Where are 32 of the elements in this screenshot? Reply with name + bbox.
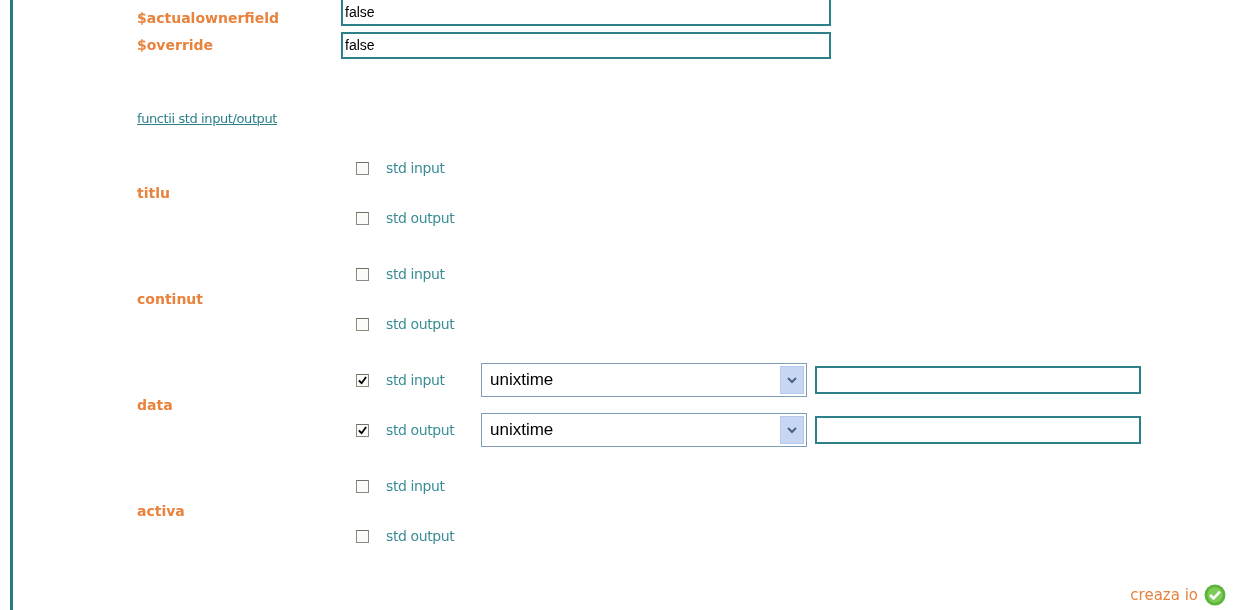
field-label: $override xyxy=(137,37,215,53)
option-label: std input xyxy=(386,372,446,388)
checkbox[interactable] xyxy=(356,211,369,225)
checkbox[interactable] xyxy=(356,479,369,493)
checkbox[interactable] xyxy=(356,161,369,175)
checkbox[interactable] xyxy=(356,423,369,437)
checkbox[interactable] xyxy=(356,267,369,281)
section-link[interactable]: functii std input/output xyxy=(137,111,277,126)
chevron-down-icon xyxy=(780,366,804,394)
option-label: std input xyxy=(386,266,446,282)
checkbox[interactable] xyxy=(356,317,369,331)
chevron-down-icon xyxy=(780,416,804,444)
group-label: continut xyxy=(137,291,204,307)
checkbox[interactable] xyxy=(356,373,369,387)
input-field[interactable]: false xyxy=(341,0,831,26)
option-label: std input xyxy=(386,160,446,176)
dropdown[interactable]: unixtime xyxy=(481,363,807,397)
option-label: std output xyxy=(386,528,456,544)
checkbox[interactable] xyxy=(356,529,369,543)
field-label: $actualownerfield xyxy=(137,10,280,26)
option-label: std output xyxy=(386,210,456,226)
group-label: activa xyxy=(137,503,186,519)
option-label: std output xyxy=(386,316,456,332)
group-label: data xyxy=(137,397,174,413)
input-field[interactable]: false xyxy=(341,31,831,59)
option-label: std input xyxy=(386,478,446,494)
group-label: titlu xyxy=(137,185,171,201)
check-circle-icon xyxy=(1204,584,1226,606)
option-label: std output xyxy=(386,422,456,438)
input-field[interactable] xyxy=(815,366,1141,394)
dropdown[interactable]: unixtime xyxy=(481,413,807,447)
input-field[interactable] xyxy=(815,416,1141,444)
